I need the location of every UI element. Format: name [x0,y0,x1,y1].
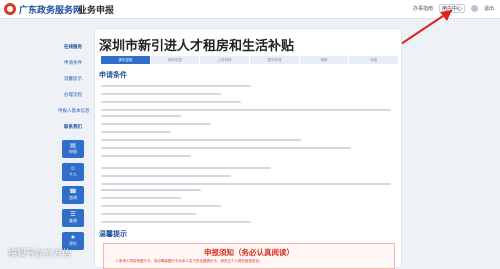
tips-heading: 温馨提示 [99,231,127,238]
nav-button-apply[interactable]: ▤ 申报 [62,140,84,158]
logout-link[interactable]: 退出 [484,5,494,12]
condition-text-line [101,123,211,125]
condition-text-line [101,183,391,185]
condition-text-line [101,213,196,215]
step-5: 审核 [299,56,349,64]
condition-text-line [101,85,251,87]
condition-text-line [101,115,181,117]
step-6: 完成 [349,56,399,64]
nav-item-applicant[interactable]: 申报人基本信息 [58,108,90,114]
condition-text-line [101,205,221,207]
step-1: 事先告知 [101,56,150,64]
main-panel: 深圳市新引进人才租房和生活补贴 事先告知 填写信息 上传材料 提交申请 审核 完… [94,28,402,269]
notice-box: 申报须知（务必认真阅读） 1.申请人须持有银行卡，务必确保银行卡为本人名下的全国… [103,243,395,269]
site-name[interactable]: 广东政务服务网 [19,3,82,16]
left-nav: 在线服务 申请条件 温馨提示 办理流程 申报人基本信息 联系我们 ▤ 申报 ☺ 个人… [58,44,90,255]
condition-text-line [101,131,171,133]
step-2: 填写信息 [150,56,200,64]
nav-button-personal[interactable]: ☺ 个人 [62,163,84,181]
nav-button-query[interactable]: ☰ 查询 [62,209,84,227]
nav-item-process[interactable]: 办理流程 [58,92,88,98]
step-progress: 事先告知 填写信息 上传材料 提交申请 审核 完成 [101,56,399,64]
notice-title: 申报须知（务必认真阅读） [204,248,294,257]
condition-text-line [101,139,301,141]
module-name: 业务申报 [78,5,115,15]
nav-item-contact[interactable]: 联系我们 [58,124,88,130]
avatar[interactable] [470,5,478,12]
condition-text-line [101,175,231,177]
step-4: 提交申请 [250,56,299,64]
notice-text: 1.申请人须持有银行卡，务必确保银行卡为本人名下的全国借记卡，请关注个人财务信息… [116,259,263,263]
nav-item-tips[interactable]: 温馨提示 [58,76,88,82]
condition-text-line [101,189,201,191]
nav-item-conditions[interactable]: 申请条件 [58,60,88,66]
conditions-heading: 申请条件 [99,72,127,79]
gov-logo-icon [4,3,16,15]
page-title: 深圳市新引进人才租房和生活补贴 [99,38,295,53]
condition-text-line [101,167,271,169]
condition-text-line [101,101,241,103]
condition-text-line [101,93,221,95]
condition-text-line [101,147,351,149]
nav-button-consult[interactable]: ☎ 咨询 [62,186,84,204]
condition-text-line [101,221,251,223]
condition-text-line [101,155,191,157]
step-3: 上传材料 [200,56,250,64]
watermark: 搜狐号@立方信 [8,248,72,258]
condition-text-line [101,197,181,199]
condition-text-line [101,109,391,111]
nav-item-online[interactable]: 在线服务 [58,44,88,50]
